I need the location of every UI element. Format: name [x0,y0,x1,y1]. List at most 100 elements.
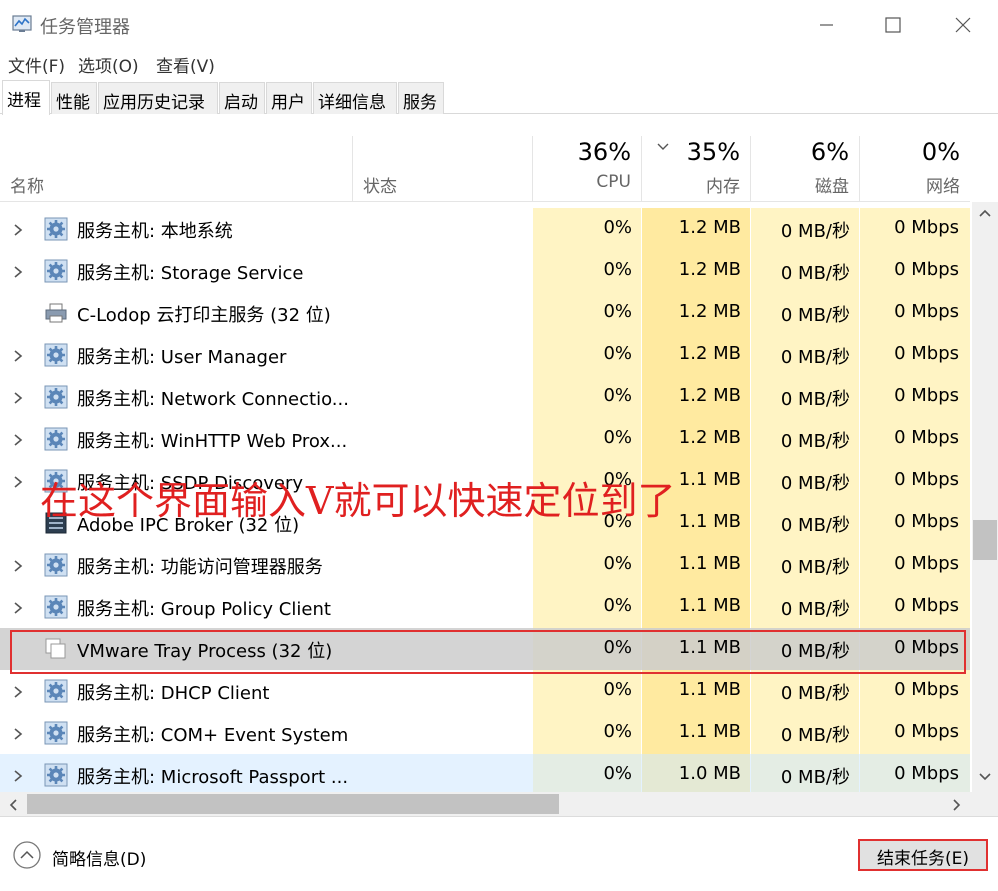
disk-value: 0 MB/秒 [780,263,850,284]
disk-value: 0 MB/秒 [780,305,850,326]
chevron-right-icon[interactable] [12,222,24,236]
process-name: 服务主机: Group Policy Client [77,599,331,620]
gear-icon [44,595,68,619]
memory-value: 1.2 MB [678,385,741,406]
chevron-right-icon[interactable] [12,726,24,740]
disk-label: 磁盘 [815,177,849,197]
column-cpu[interactable]: 36% CPU [532,136,641,202]
memory-value: 1.2 MB [678,217,741,238]
network-value: 0 Mbps [894,343,959,364]
end-task-button[interactable]: 结束任务(E) [858,839,988,871]
vertical-scrollbar[interactable] [972,202,998,792]
network-value: 0 Mbps [894,217,959,238]
column-status[interactable]: 状态 [352,136,532,202]
network-total: 0% [921,138,960,166]
cpu-total: 36% [577,138,631,166]
chevron-right-icon[interactable] [12,558,24,572]
gear-icon [44,217,68,241]
network-value: 0 Mbps [894,721,959,742]
memory-label: 内存 [706,177,740,197]
chevron-right-icon[interactable] [12,264,24,278]
scroll-left-icon[interactable] [8,798,18,812]
process-row[interactable]: 服务主机: COM+ Event System 0% 1.1 MB 0 MB/秒 0 M… [0,712,970,754]
cpu-value: 0% [603,595,632,616]
tab-bar: 进程 性能 应用历史记录 启动 用户 详细信息 服务 [0,80,998,115]
chevron-up-circle-icon[interactable] [12,840,42,870]
cpu-value: 0% [603,427,632,448]
tab-services[interactable]: 服务 [398,82,444,114]
column-name[interactable]: 名称 [0,136,352,202]
fewer-details-link[interactable]: 简略信息(D) [52,845,146,870]
cpu-value: 0% [603,763,632,784]
memory-value: 1.2 MB [678,259,741,280]
network-value: 0 Mbps [894,553,959,574]
menu-view[interactable]: 查看(V) [156,52,215,77]
chevron-right-icon[interactable] [12,600,24,614]
memory-total: 35% [686,138,740,166]
chevron-right-icon[interactable] [12,348,24,362]
network-value: 0 Mbps [894,301,959,322]
process-name: C-Lodop 云打印主服务 (32 位) [77,305,331,326]
footer: 简略信息(D) 结束任务(E) [0,816,998,891]
process-row[interactable]: 服务主机: WinHTTP Web Prox... 0% 1.2 MB 0 MB/秒 0… [0,418,970,460]
process-row[interactable]: 服务主机: User Manager 0% 1.2 MB 0 MB/秒 0 Mbps [0,334,970,376]
tab-startup[interactable]: 启动 [219,82,265,114]
disk-value: 0 MB/秒 [780,683,850,704]
disk-value: 0 MB/秒 [780,473,850,494]
chevron-right-icon[interactable] [12,432,24,446]
network-value: 0 Mbps [894,385,959,406]
process-row[interactable]: C-Lodop 云打印主服务 (32 位) 0% 1.2 MB 0 MB/秒 0 Mbp… [0,292,970,334]
tab-performance[interactable]: 性能 [51,82,97,114]
scroll-right-icon[interactable] [952,798,962,812]
process-row[interactable]: 服务主机: Network Connectio... 0% 1.2 MB 0 MB/秒… [0,376,970,418]
chevron-right-icon[interactable] [12,768,24,782]
process-row[interactable]: 服务主机: Group Policy Client 0% 1.1 MB 0 MB/秒 0… [0,586,970,628]
process-row[interactable]: 服务主机: DHCP Client 0% 1.1 MB 0 MB/秒 0 Mbps [0,670,970,712]
disk-value: 0 MB/秒 [780,389,850,410]
cpu-value: 0% [603,553,632,574]
tab-users[interactable]: 用户 [266,82,312,114]
cpu-value: 0% [603,385,632,406]
disk-value: 0 MB/秒 [780,515,850,536]
highlight-annotation-box [10,630,966,674]
memory-value: 1.1 MB [678,679,741,700]
disk-value: 0 MB/秒 [780,221,850,242]
cpu-value: 0% [603,343,632,364]
disk-value: 0 MB/秒 [780,347,850,368]
column-name-label: 名称 [10,177,44,197]
menu-file[interactable]: 文件(F) [8,52,65,77]
scroll-down-icon[interactable] [978,772,992,782]
process-row[interactable]: 服务主机: 功能访问管理器服务 0% 1.1 MB 0 MB/秒 0 Mbps [0,544,970,586]
chevron-right-icon[interactable] [12,684,24,698]
network-value: 0 Mbps [894,259,959,280]
printer-icon [44,301,68,325]
process-row[interactable]: 服务主机: 本地系统 0% 1.2 MB 0 MB/秒 0 Mbps [0,208,970,250]
process-row[interactable]: 服务主机: Storage Service 0% 1.2 MB 0 MB/秒 0 Mbp… [0,250,970,292]
memory-value: 1.1 MB [678,721,741,742]
cpu-value: 0% [603,217,632,238]
process-name: 服务主机: WinHTTP Web Prox... [77,431,348,452]
chevron-right-icon[interactable] [12,390,24,404]
column-disk[interactable]: 6% 磁盘 [750,136,859,202]
scroll-up-icon[interactable] [978,208,992,218]
column-status-label: 状态 [363,177,397,197]
close-button[interactable] [943,10,983,40]
cpu-value: 0% [603,721,632,742]
column-memory[interactable]: 35% 内存 [641,136,750,202]
tab-details[interactable]: 详细信息 [313,82,397,114]
chevron-right-icon[interactable] [12,474,24,488]
vertical-scroll-thumb[interactable] [973,520,997,560]
menu-options[interactable]: 选项(O) [78,52,139,77]
tab-processes[interactable]: 进程 [2,80,50,115]
horizontal-scroll-thumb[interactable] [27,794,559,814]
process-name: 服务主机: Network Connectio... [77,389,349,410]
memory-value: 1.2 MB [678,343,741,364]
memory-value: 1.2 MB [678,427,741,448]
minimize-button[interactable] [806,10,846,40]
maximize-button[interactable] [873,10,913,40]
process-row[interactable]: 服务主机: Microsoft Passport ... 0% 1.0 MB 0 MB… [0,754,970,792]
process-name: 服务主机: Microsoft Passport ... [77,767,349,788]
column-network[interactable]: 0% 网络 [859,136,970,202]
tab-app-history[interactable]: 应用历史记录 [98,82,218,114]
horizontal-scrollbar[interactable] [0,792,972,816]
